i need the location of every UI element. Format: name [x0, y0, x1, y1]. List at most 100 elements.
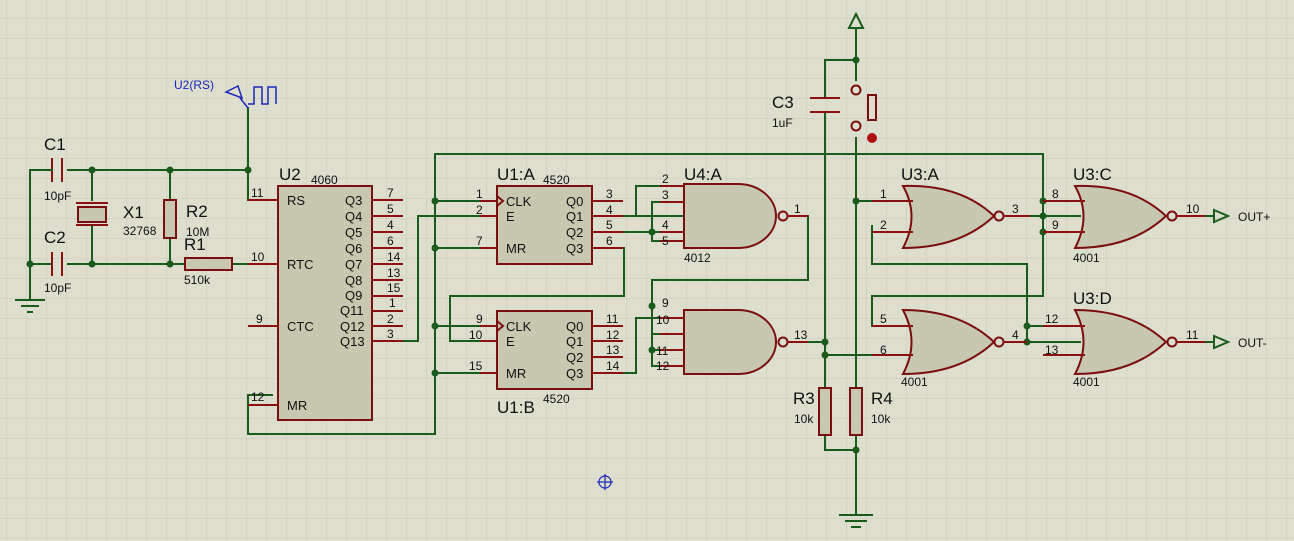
u3c-pin: 8 — [1052, 187, 1059, 201]
u3c-ref: U3:C — [1073, 165, 1112, 184]
u3a-ref: U3:A — [901, 165, 939, 184]
x1-value: 32768 — [123, 224, 157, 238]
r4-ref: R4 — [871, 389, 893, 408]
u2-part: 4060 — [311, 173, 338, 187]
r3-value: 10k — [794, 412, 814, 426]
u1b-pin: 15 — [469, 359, 483, 373]
u3b-pin: 5 — [880, 312, 887, 326]
u3d-pin: 11 — [1186, 328, 1199, 342]
u3d-ref: U3:D — [1073, 289, 1112, 308]
u1b-part: 4520 — [543, 392, 570, 406]
u1a-pin-label: Q2 — [566, 225, 583, 240]
u3b-pin: 4 — [1012, 328, 1019, 342]
u3a-pin: 1 — [880, 187, 887, 201]
u1a-part: 4520 — [543, 173, 570, 187]
u2-pin-label: Q3 — [345, 193, 362, 208]
c2-value: 10pF — [44, 281, 71, 295]
u3b-pin: 6 — [880, 343, 887, 357]
u3d-pin: 13 — [1045, 343, 1059, 357]
u4a-part: 4012 — [684, 251, 711, 265]
u1b-pin-label: Q1 — [566, 334, 583, 349]
u4a-pin: 4 — [662, 218, 669, 232]
u2-pin: 2 — [387, 312, 394, 326]
u2-pin: 11 — [251, 186, 264, 200]
u4a-pin: 5 — [662, 234, 669, 248]
u2-pin: 13 — [387, 266, 401, 280]
u3c-pin: 10 — [1186, 202, 1200, 216]
x1-ref: X1 — [123, 203, 144, 222]
u3c-pin: 9 — [1052, 218, 1059, 232]
u1b-ref: U1:B — [497, 398, 535, 417]
r4-value: 10k — [871, 412, 891, 426]
u4a-pin: 1 — [794, 202, 801, 216]
u4b-pin: 13 — [794, 328, 808, 342]
u1b-pin-label: Q3 — [566, 366, 583, 381]
u2-pin-label: Q8 — [345, 273, 362, 288]
u4b-pin: 9 — [662, 296, 669, 310]
u1a-pin: 5 — [606, 218, 613, 232]
out-minus-label: OUT- — [1238, 336, 1267, 350]
u2-pin: 7 — [387, 186, 394, 200]
u1b-pin: 10 — [469, 328, 483, 342]
resistor-r2[interactable]: R2 10M — [163, 199, 209, 239]
u1a-pin: 4 — [606, 203, 613, 217]
u4a-pin: 2 — [662, 172, 669, 186]
u3d-pin: 12 — [1045, 312, 1059, 326]
u4b-pin: 10 — [656, 313, 670, 327]
u2-pin-label: Q11 — [340, 303, 364, 318]
u2-pin-label: MR — [287, 398, 307, 413]
u2-pin: 1 — [389, 296, 396, 310]
u1a-pin: 1 — [476, 187, 483, 201]
r3-ref: R3 — [793, 389, 815, 408]
u2-pin: 6 — [387, 234, 394, 248]
schematic-sheet[interactable]: C1 10pF C2 10pF X1 32768 R2 10M R1 510k … — [0, 0, 1294, 541]
u1b-pin: 13 — [606, 343, 620, 357]
u3a-pin: 3 — [1012, 202, 1019, 216]
probe-label: U2(RS) — [174, 78, 214, 92]
u2-ref: U2 — [279, 165, 301, 184]
u4b-pin: 12 — [656, 359, 670, 373]
u1a-pin-label: Q3 — [566, 241, 583, 256]
u1a-pin-label: Q1 — [566, 209, 583, 224]
u1b-pin-label: MR — [506, 366, 526, 381]
u2-pin-label: Q5 — [345, 225, 362, 240]
c3-ref: C3 — [772, 93, 794, 112]
u1b-pin: 14 — [606, 359, 620, 373]
u2-pin: 12 — [251, 390, 265, 404]
u1b-pin: 12 — [606, 328, 620, 342]
u2-pin-label: CTC — [287, 319, 314, 334]
u1a-ref: U1:A — [497, 165, 535, 184]
u1b-pin-label: Q0 — [566, 319, 583, 334]
u3d-part: 4001 — [1073, 375, 1100, 389]
u2-pin: 4 — [387, 218, 394, 232]
u2-pin: 3 — [387, 327, 394, 341]
u2-pin-label: Q13 — [340, 334, 365, 349]
u2-pin: 9 — [256, 312, 263, 326]
u1a-pin-label: Q0 — [566, 194, 583, 209]
u1a-pin-label: MR — [506, 241, 526, 256]
u2-pin-label: Q9 — [345, 288, 362, 303]
u3a-pin: 2 — [880, 218, 887, 232]
u1b-pin-label: Q2 — [566, 350, 583, 365]
c1-ref: C1 — [44, 135, 66, 154]
u1b-pin: 11 — [606, 312, 619, 326]
u1b-pin: 9 — [476, 312, 483, 326]
u2-pin-label: Q7 — [345, 257, 362, 272]
c1-value: 10pF — [44, 189, 71, 203]
u1a-pin: 2 — [476, 203, 483, 217]
u1a-pin-label: E — [506, 209, 515, 224]
u3c-part: 4001 — [1073, 251, 1100, 265]
u4a-ref: U4:A — [684, 165, 722, 184]
r1-value: 510k — [184, 273, 211, 287]
u1a-pin: 6 — [606, 234, 613, 248]
u1b-pin-label: CLK — [506, 319, 532, 334]
u2-pin-label: RTC — [287, 257, 313, 272]
u1a-pin-label: CLK — [506, 194, 532, 209]
u2-pin-label: Q12 — [340, 319, 365, 334]
u1a-pin: 7 — [476, 234, 483, 248]
u2-pin: 14 — [387, 250, 401, 264]
r2-ref: R2 — [186, 202, 208, 221]
u2-pin-label: Q6 — [345, 241, 362, 256]
u2-pin-label: RS — [287, 193, 305, 208]
u1b-pin-label: E — [506, 334, 515, 349]
